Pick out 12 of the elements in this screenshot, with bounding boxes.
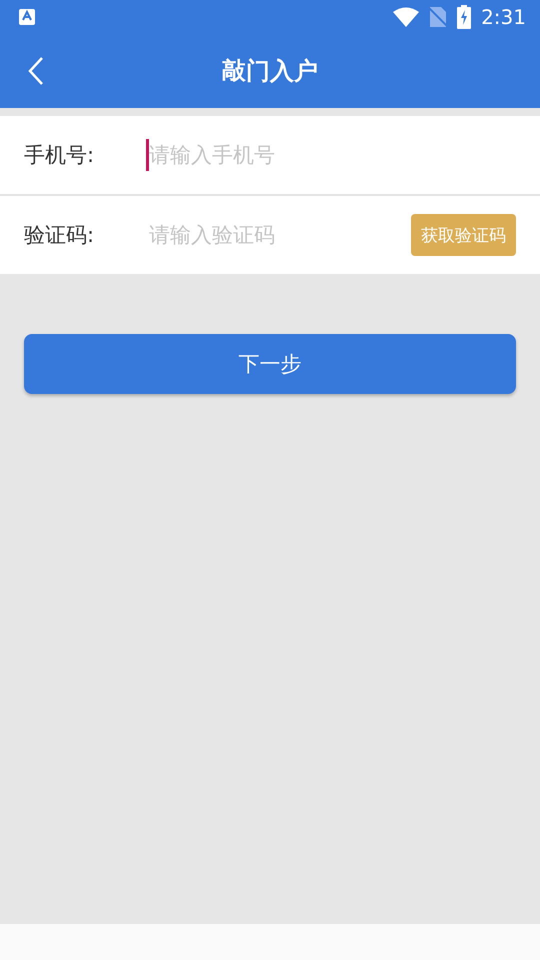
app-notification-icon	[18, 8, 36, 26]
status-time: 2:31	[481, 5, 526, 29]
input-field[interactable]: 请输入验证码	[146, 219, 389, 251]
next-button[interactable]: 下一步	[24, 334, 516, 394]
back-icon[interactable]	[26, 56, 46, 86]
no-sim-icon	[429, 6, 448, 28]
wifi-icon	[393, 7, 420, 27]
field-label: 手机号:	[24, 142, 94, 169]
battery-charging-icon	[457, 5, 472, 29]
field-label: 验证码:	[24, 222, 94, 249]
input-field[interactable]: 请输入手机号	[146, 139, 389, 171]
page-title: 敲门入户	[222, 56, 318, 87]
